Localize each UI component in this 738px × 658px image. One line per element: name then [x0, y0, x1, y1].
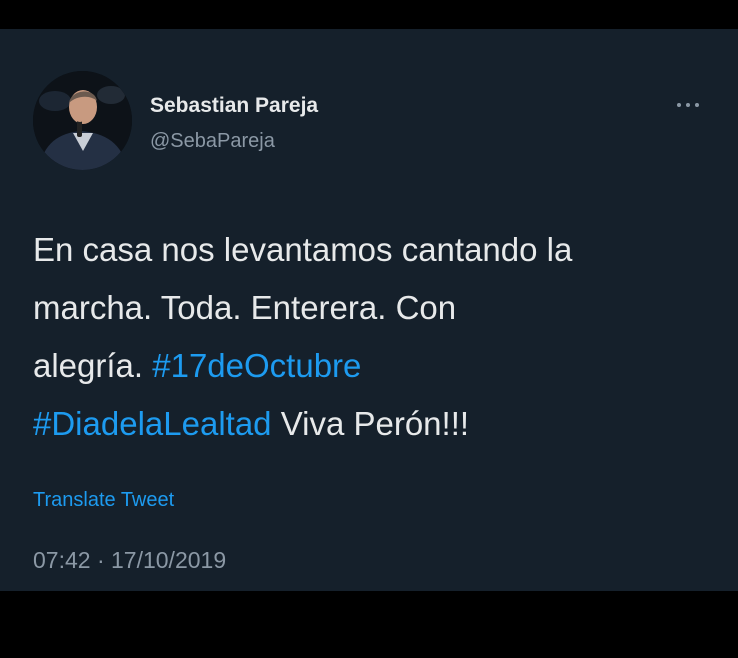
display-name[interactable]: Sebastian Pareja [150, 94, 318, 118]
hashtag-link[interactable]: #17deOctubre [152, 347, 361, 384]
tweet-line: En casa nos levantamos cantando la [33, 231, 573, 268]
tweet-timestamp[interactable]: 07:42 · 17/10/2019 [33, 547, 226, 574]
dot [686, 103, 690, 107]
translate-tweet-link[interactable]: Translate Tweet [33, 489, 174, 512]
user-handle[interactable]: @SebaPareja [150, 130, 275, 153]
tweet-line: #DiadelaLealtad Viva Perón!!! [33, 395, 723, 453]
avatar-photo [33, 71, 132, 170]
tweet-text: En casa nos levantamos cantando la march… [33, 221, 723, 453]
avatar[interactable] [33, 71, 132, 170]
tweet-line: alegría. #17deOctubre [33, 337, 723, 395]
screenshot: Sebastian Pareja @SebaPareja En casa nos… [0, 0, 738, 658]
tweet-line: marcha. Toda. Enterera. Con [33, 289, 457, 326]
hashtag-link[interactable]: #DiadelaLealtad [33, 405, 272, 442]
dot [677, 103, 681, 107]
more-horizontal-icon[interactable] [668, 95, 708, 115]
tweet-card: Sebastian Pareja @SebaPareja En casa nos… [0, 29, 738, 591]
tweet-text-segment: alegría. [33, 347, 153, 384]
tweet-text-segment: Viva Perón!!! [271, 405, 470, 442]
dot [695, 103, 699, 107]
